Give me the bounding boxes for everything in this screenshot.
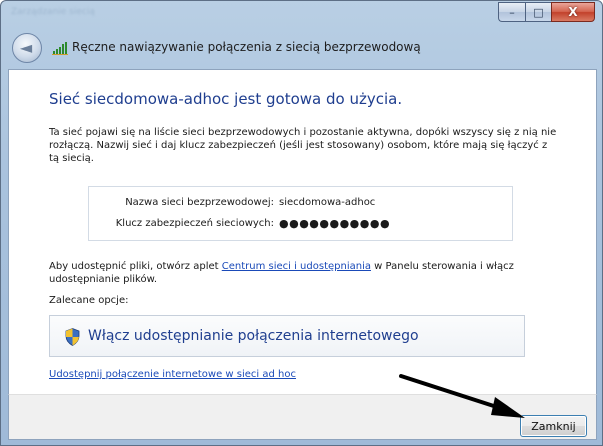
close-button[interactable]: Zamknij (520, 415, 587, 437)
annotation-arrow-icon (399, 374, 525, 418)
network-name-value: siecdomowa-adhoc (279, 197, 376, 208)
wizard-title: Ręczne nawiązywanie połączenia z siecią … (72, 40, 421, 54)
network-center-link[interactable]: Centrum sieci i udostępniania (222, 261, 371, 272)
close-icon: X (568, 4, 578, 19)
wizard-window: Zarządzanie siecią – □ X ◄ Ręczne nawiąz… (0, 0, 603, 446)
caption-buttons: – □ X (498, 2, 595, 22)
minimize-button[interactable]: – (498, 2, 525, 22)
recommended-options-label: Zalecane opcje: (49, 295, 129, 306)
maximize-icon: □ (533, 5, 544, 19)
share-files-text: Aby udostępnić pliki, otwórz aplet Centr… (49, 260, 559, 286)
back-arrow-icon: ◄ (19, 38, 33, 57)
network-signal-icon (52, 42, 68, 55)
network-name-row: Nazwa sieci bezprzewodowej: siecdomowa-a… (89, 197, 514, 213)
close-window-button[interactable]: X (551, 2, 595, 22)
title-bar[interactable]: Zarządzanie siecią – □ X (1, 1, 602, 31)
wizard-content: Sieć siecdomowa-adhoc jest gotowa do uży… (8, 69, 597, 394)
security-key-label: Klucz zabezpieczeń sieciowych: (115, 218, 274, 229)
share-adhoc-link[interactable]: Udostępnij połączenie internetowe w siec… (49, 369, 296, 380)
enable-ics-label: Włącz udostępnianie połączenia interneto… (88, 328, 419, 344)
maximize-button[interactable]: □ (525, 2, 551, 22)
page-heading: Sieć siecdomowa-adhoc jest gotowa do uży… (49, 90, 403, 108)
security-key-row: Klucz zabezpieczeń sieciowych: ●●●●●●●●●… (89, 217, 514, 234)
shield-icon (65, 328, 80, 346)
security-key-value: ●●●●●●●●●●● (279, 217, 391, 230)
window-title: Zarządzanie siecią (11, 7, 95, 17)
wizard-nav-bar: ◄ Ręczne nawiązywanie połączenia z sieci… (8, 30, 596, 66)
description-text: Ta sieć pojawi się na liście sieci bezpr… (49, 127, 557, 164)
minimize-icon: – (509, 5, 515, 19)
back-button[interactable]: ◄ (12, 33, 42, 63)
enable-ics-option[interactable]: Włącz udostępnianie połączenia interneto… (49, 315, 525, 357)
network-info-box: Nazwa sieci bezprzewodowej: siecdomowa-a… (88, 186, 513, 241)
share-text-before: Aby udostępnić pliki, otwórz aplet (49, 261, 222, 272)
network-name-label: Nazwa sieci bezprzewodowej: (125, 197, 274, 208)
